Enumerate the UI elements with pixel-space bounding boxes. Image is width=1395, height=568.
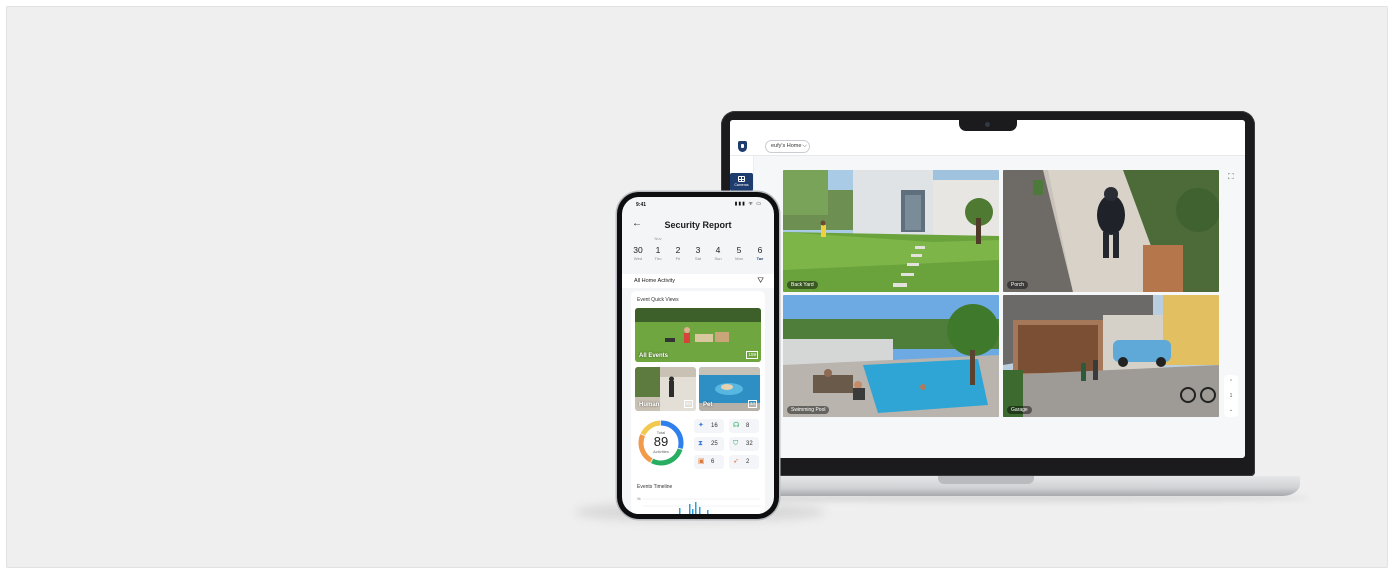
date-item[interactable]: 30 Wed bbox=[628, 236, 648, 261]
quick-view-label: All Events bbox=[639, 353, 669, 359]
date-number: 3 bbox=[695, 245, 701, 255]
report-card: Event Quick Views All Events 159 Human 6… bbox=[631, 291, 765, 514]
camera-tile-back-yard[interactable]: Back Yard bbox=[783, 170, 999, 292]
status-time: 9:41 bbox=[636, 202, 647, 208]
status-bar: 9:41 ▮▮▮ ᯤ ▭ bbox=[622, 197, 774, 211]
date-strip: 30 Wed Nov 1 Thu 2 Fri 3 Sat 4 Sun 5 Mon 6 Tue bbox=[628, 236, 770, 266]
events-timeline-chart: 9k bbox=[637, 497, 761, 514]
activity-label: All Home Activity bbox=[634, 278, 675, 284]
fullscreen-icon[interactable]: ⛶ bbox=[1228, 173, 1236, 181]
date-day: Tue bbox=[756, 256, 764, 261]
date-item[interactable]: 3 Sat bbox=[688, 236, 708, 261]
quick-view-count: 159 bbox=[746, 351, 758, 359]
grid-icon bbox=[738, 176, 745, 182]
quick-view-label: Pet bbox=[703, 402, 713, 408]
stat-person[interactable]: ✦ 16 bbox=[694, 419, 724, 433]
camera-pager: ⌃ 1 ⌄ bbox=[1224, 375, 1238, 417]
quick-view-pet[interactable]: Pet 24 bbox=[699, 367, 760, 411]
date-item[interactable]: 2 Fri bbox=[668, 236, 688, 261]
laptop-notch bbox=[959, 119, 1017, 131]
events-timeline-label: Events Timeline bbox=[637, 484, 673, 490]
stat-wave[interactable]: ⧗ 25 bbox=[694, 437, 724, 451]
stat-car[interactable]: ☊ 8 bbox=[729, 419, 759, 433]
camera-label: Porch bbox=[1007, 281, 1029, 289]
date-day: Sun bbox=[714, 256, 722, 261]
date-day: Sat bbox=[694, 256, 701, 261]
laptop-groove bbox=[938, 476, 1034, 484]
phone-screen: 9:41 ▮▮▮ ᯤ ▭ ← Security Report 30 Wed Nov… bbox=[622, 197, 774, 514]
stat-shield[interactable]: ⛉ 32 bbox=[729, 437, 759, 451]
sidebar-item-label: Cameras bbox=[734, 183, 749, 187]
paw-icon: ➶ bbox=[733, 458, 739, 465]
stat-value: 16 bbox=[711, 423, 718, 429]
date-item[interactable]: Nov 1 Thu bbox=[648, 236, 668, 261]
shield-icon: ⛉ bbox=[733, 440, 739, 447]
quick-view-count: 24 bbox=[747, 400, 757, 408]
total-activities: Total 89 Activities bbox=[635, 417, 687, 469]
swimming-pool-feed bbox=[783, 295, 999, 417]
date-day: Wed bbox=[633, 256, 643, 261]
page-title: Security Report bbox=[664, 220, 732, 230]
pager-up-icon[interactable]: ⌃ bbox=[1224, 375, 1238, 389]
date-number: 1 bbox=[655, 245, 661, 255]
car-icon: ☊ bbox=[733, 422, 740, 429]
laptop-screen: eufy's Home⌵ Cameras Back Yard Porch Swi… bbox=[730, 120, 1245, 458]
stat-package[interactable]: ▣ 6 bbox=[694, 455, 724, 469]
filter-icon[interactable]: ⛛ bbox=[757, 276, 764, 285]
date-number: 2 bbox=[675, 245, 681, 255]
garage-feed bbox=[1003, 295, 1219, 417]
pager-down-icon[interactable]: ⌄ bbox=[1224, 403, 1238, 417]
date-day: Mon bbox=[735, 256, 743, 261]
stat-value: 32 bbox=[746, 441, 753, 447]
back-yard-feed bbox=[783, 170, 999, 292]
pager-page-number: 1 bbox=[1229, 393, 1233, 399]
quick-view-human[interactable]: Human 60 bbox=[635, 367, 696, 411]
stat-value: 6 bbox=[711, 459, 715, 465]
sidebar-item-cameras[interactable]: Cameras bbox=[730, 173, 753, 191]
quick-views-label: Event Quick Views bbox=[637, 297, 679, 303]
date-item[interactable]: 4 Sun bbox=[708, 236, 728, 261]
phone-header: ← Security Report bbox=[622, 211, 774, 233]
timeline-axis-label: 9k bbox=[637, 497, 641, 501]
camera-label: Swimming Pool bbox=[787, 406, 830, 414]
package-icon: ▣ bbox=[698, 458, 705, 465]
home-selector[interactable]: eufy's Home⌵ bbox=[765, 140, 810, 153]
eufy-shield-icon[interactable] bbox=[738, 141, 747, 152]
quick-view-all-events[interactable]: All Events 159 bbox=[635, 308, 761, 362]
chevron-down-icon: ⌵ bbox=[802, 143, 807, 149]
camera-label: Back Yard bbox=[787, 281, 818, 289]
total-value: 89 bbox=[653, 434, 669, 449]
stat-paw[interactable]: ➶ 2 bbox=[729, 455, 759, 469]
date-number: 6 bbox=[757, 245, 763, 255]
date-item-selected[interactable]: 6 Tue bbox=[750, 236, 770, 261]
quick-view-label: Human bbox=[639, 402, 660, 408]
stat-value: 8 bbox=[746, 423, 750, 429]
date-day: Fri bbox=[675, 256, 681, 261]
camera-label: Garage bbox=[1007, 406, 1032, 414]
date-day: Thu bbox=[654, 256, 662, 261]
status-icons: ▮▮▮ ᯤ ▭ bbox=[734, 201, 762, 207]
date-number: 4 bbox=[715, 245, 721, 255]
date-number: 30 bbox=[633, 245, 643, 255]
porch-feed bbox=[1003, 170, 1219, 292]
quick-view-count: 60 bbox=[683, 400, 693, 408]
total-sublabel: Activities bbox=[653, 449, 669, 454]
person-icon: ✦ bbox=[698, 422, 704, 429]
date-item[interactable]: 5 Mon bbox=[729, 236, 749, 261]
month-label: Nov bbox=[654, 236, 662, 241]
camera-tile-garage[interactable]: Garage bbox=[1003, 295, 1219, 417]
camera-tile-porch[interactable]: Porch bbox=[1003, 170, 1219, 292]
date-number: 5 bbox=[736, 245, 742, 255]
stat-value: 2 bbox=[746, 459, 750, 465]
wave-icon: ⧗ bbox=[698, 440, 703, 447]
camera-tile-swimming-pool[interactable]: Swimming Pool bbox=[783, 295, 999, 417]
webcam-icon bbox=[985, 122, 990, 127]
home-selector-label: eufy's Home bbox=[771, 143, 802, 149]
stat-value: 25 bbox=[711, 441, 718, 447]
all-home-activity-row[interactable]: All Home Activity ⛛ bbox=[622, 274, 774, 288]
